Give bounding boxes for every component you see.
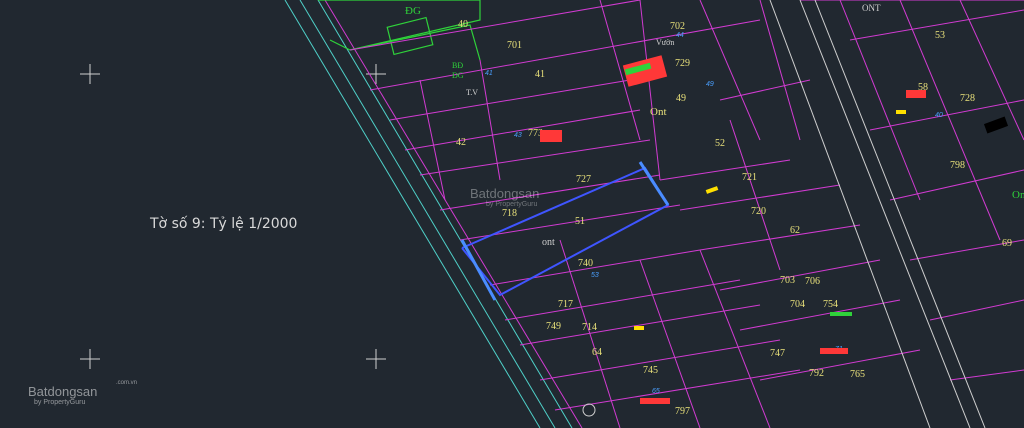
parcel-706: 706 (805, 276, 820, 287)
black-marker (983, 116, 1009, 134)
parcel-792: 792 (809, 368, 824, 379)
svg-text:43: 43 (514, 132, 522, 139)
watermark-tagline-corner: by PropertyGuru (34, 399, 86, 406)
parcel-740: 740 (578, 258, 593, 269)
watermark-corner: .com.vn Batdongsan by PropertyGuru (12, 380, 137, 406)
parcel-717: 717 (558, 299, 573, 310)
parcel-49: 49 (676, 93, 686, 104)
parcel-64: 64 (592, 347, 602, 358)
parcel-721: 721 (742, 172, 757, 183)
parcel-51: 51 (575, 216, 585, 227)
svg-text:41: 41 (485, 70, 493, 77)
road-boundary (284, 0, 573, 428)
parcel-69: 69 (1002, 238, 1012, 249)
parcel-727: 727 (576, 174, 591, 185)
zone-dg2: ĐG (452, 71, 464, 80)
parcel-702: 702 (670, 21, 685, 32)
zone-ont-large: Ont (650, 106, 667, 118)
parcel-714: 714 (582, 322, 597, 333)
green-zone-boundary (318, 0, 481, 61)
parcel-701: 701 (507, 40, 522, 51)
parcel-41: 41 (535, 69, 545, 80)
parcel-62: 62 (790, 225, 800, 236)
cadastral-map[interactable]: 40 701 41 702 729 49 53 42 773 52 58 728… (0, 0, 1024, 428)
zone-ont-top: ONT (862, 3, 881, 13)
parcel-765: 765 (850, 369, 865, 380)
watermark-brand: Batdongsan (470, 186, 540, 201)
parcel-798: 798 (950, 160, 965, 171)
watermark-center: Batdongsan by PropertyGuru (470, 186, 539, 208)
parcel-749: 749 (546, 321, 561, 332)
zone-bd: BĐ (452, 61, 463, 70)
watermark-domain: .com.vn (116, 380, 138, 386)
parcel-720: 720 (751, 206, 766, 217)
zone-dg: ĐG (405, 5, 421, 17)
watermark-brand-corner: Batdongsan (28, 384, 98, 399)
watermark-tagline: by PropertyGuru (486, 201, 538, 208)
parcel-40: 40 (458, 19, 468, 30)
zone-ont-right: Ont (1012, 189, 1024, 201)
parcel-797: 797 (675, 406, 690, 417)
parcel-53: 53 (935, 30, 945, 41)
parcel-42: 42 (456, 137, 466, 148)
parcel-728: 728 (960, 93, 975, 104)
sheet-title: Tờ số 9: Tỷ lệ 1/2000 (150, 216, 298, 232)
parcel-745: 745 (643, 365, 658, 376)
yellow-markers (634, 110, 906, 330)
svg-text:65: 65 (652, 388, 660, 395)
parcel-754: 754 (823, 299, 838, 310)
parcel-704: 704 (790, 299, 805, 310)
svg-text:53: 53 (591, 272, 599, 279)
svg-text:49: 49 (706, 81, 714, 88)
svg-text:44: 44 (676, 32, 684, 39)
zone-tv: T.V (466, 88, 478, 97)
zone-ont-sub: ont (542, 237, 555, 248)
parcel-52: 52 (715, 138, 725, 149)
survey-point (582, 403, 596, 417)
parcel-718: 718 (502, 208, 517, 219)
zone-labels: ĐG BĐ ĐG Ont ONT ont Ont T.V Vườn (405, 3, 1024, 248)
zone-vuon: Vườn (656, 38, 674, 47)
parcel-703: 703 (780, 275, 795, 286)
parcel-729: 729 (675, 58, 690, 69)
svg-text:40: 40 (935, 112, 943, 119)
main-road (769, 0, 986, 428)
parcel-747: 747 (770, 348, 785, 359)
